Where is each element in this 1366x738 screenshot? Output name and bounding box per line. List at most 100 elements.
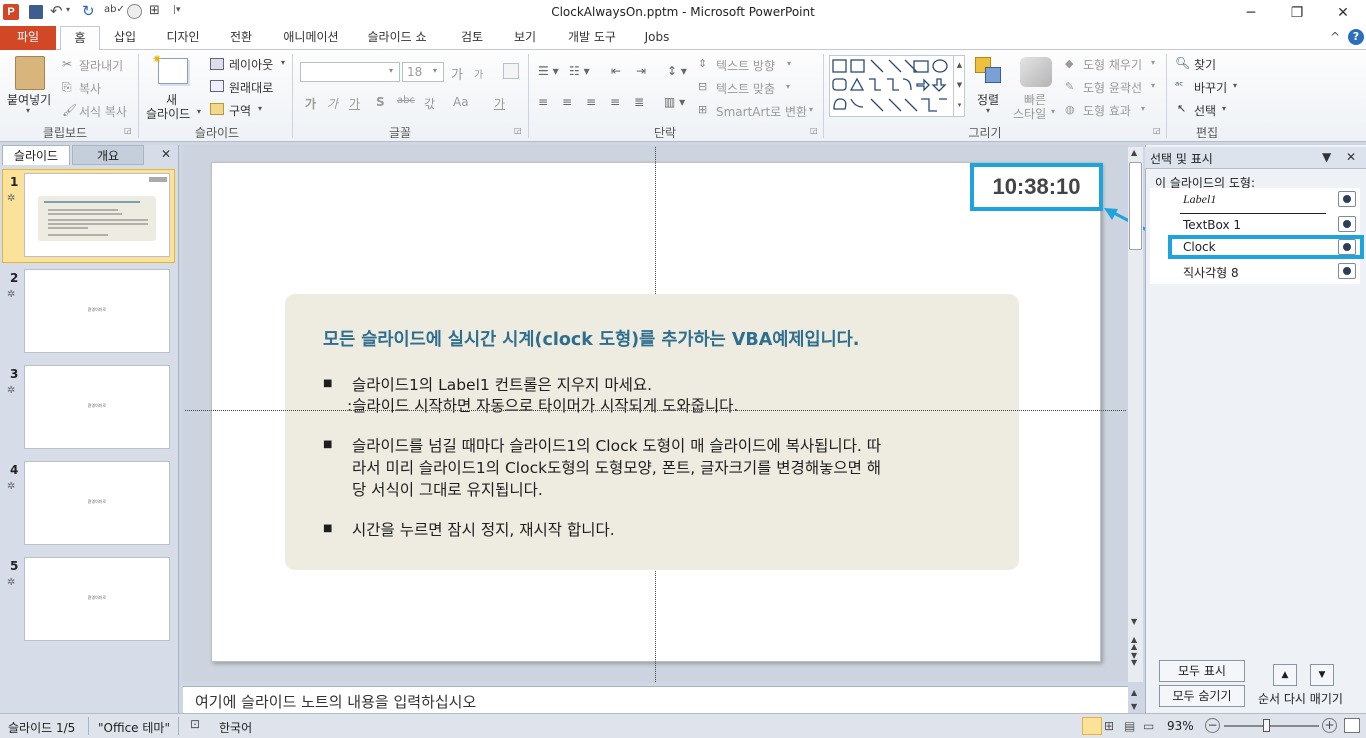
zoom-in-icon[interactable]: + [1322,718,1337,733]
smartart-icon[interactable]: ⊞ [698,103,707,116]
slide-thumbnail-5[interactable]: 환영이미로 [24,557,170,641]
scroll-up-icon[interactable]: ▲ [1131,148,1137,157]
arrange-icon[interactable] [975,57,1005,87]
select-dropdown-icon[interactable]: ▾ [1222,104,1226,113]
bullets-icon[interactable]: ☰ ▾ [538,64,559,78]
slideshow-view-icon[interactable]: ▭ [1143,719,1154,733]
drawing-launcher-icon[interactable]: ◲ [1153,126,1161,135]
section-button[interactable]: 구역 [229,102,251,119]
normal-view-icon[interactable] [1082,717,1102,735]
font-launcher-icon[interactable]: ◲ [514,126,522,135]
font-name-input[interactable] [300,62,400,82]
shape-effects-dropdown-icon[interactable]: ▾ [1141,104,1145,113]
shrink-font-button[interactable]: 가 [474,66,483,81]
columns-icon[interactable]: ▥ ▾ [664,95,685,109]
shape-outline-dropdown-icon[interactable]: ▾ [1151,81,1155,90]
quick-styles-dropdown-icon[interactable]: ▾ [1051,107,1055,116]
close-pane-icon[interactable]: ✕ [161,147,171,161]
align-text-button[interactable]: 텍스트 맞춤 [716,80,775,97]
clock-shape[interactable]: 10:38:10 [970,163,1103,211]
text-direction-icon[interactable]: ⇕ [698,57,707,70]
replace-dropdown-icon[interactable]: ▾ [1233,81,1237,90]
maximize-button[interactable]: ❐ [1274,0,1320,26]
pane-options-icon[interactable]: ▼ [1322,150,1331,164]
char-spacing-button[interactable]: 갃 [424,95,435,112]
shape-effects-button[interactable]: 도형 효과 [1083,102,1131,119]
increase-indent-icon[interactable]: ⇥ [636,64,646,78]
italic-button[interactable]: 가 [327,95,338,112]
shapes-gallery-scroll[interactable]: ▲ ▼ ▾ [953,55,965,117]
tab-design[interactable]: 디자인 [158,26,208,50]
align-text-dropdown-icon[interactable]: ▾ [786,82,790,91]
tab-outline[interactable]: 개요 [72,145,144,165]
quick-styles-button[interactable]: 스타일 [1013,105,1046,122]
font-color-button[interactable]: 가 [494,95,505,112]
align-right-icon[interactable]: ≡ [586,95,596,109]
send-backward-button[interactable]: ▼ [1310,664,1334,686]
help-icon[interactable]: ? [1348,29,1364,45]
underline-button[interactable]: 가 [349,95,360,112]
find-button[interactable]: 찾기 [1194,56,1216,73]
tab-review[interactable]: 검토 [455,26,489,50]
shape-fill-button[interactable]: 도형 채우기 [1083,56,1142,73]
close-selection-pane-icon[interactable]: ✕ [1346,150,1356,164]
tab-transitions[interactable]: 전환 [222,26,260,50]
align-center-icon[interactable]: ≡ [562,95,572,109]
select-button[interactable]: 선택 [1194,102,1216,119]
reset-icon[interactable] [210,80,224,92]
shape-item-textbox1[interactable]: TextBox 1 [1183,218,1241,232]
zoom-slider[interactable] [1224,725,1319,727]
language-status[interactable]: 한국어 [219,719,252,736]
zoom-level[interactable]: 93% [1167,719,1194,733]
strikethrough-button[interactable]: abc [397,95,415,106]
notes-input[interactable]: 여기에 슬라이드 노트의 내용을 입력하십시오 [183,686,1128,713]
new-slide-dropdown-icon[interactable]: ▾ [197,107,201,116]
change-case-button[interactable]: Aa [453,95,469,109]
scroll-thumb[interactable] [1129,162,1142,250]
tab-file[interactable]: 파일 [0,26,56,50]
tab-jobs[interactable]: Jobs [640,26,674,50]
grow-font-button[interactable]: 가 [451,64,463,83]
paste-dropdown-icon[interactable]: ▾ [26,106,30,115]
shadow-button[interactable]: S [376,95,385,109]
visibility-eye-icon[interactable] [1338,263,1356,279]
align-text-icon[interactable]: ⊟ [698,80,707,93]
smartart-button[interactable]: SmartArt로 변환 [716,103,807,120]
copy-icon[interactable]: ⎘ [62,80,72,95]
layout-dropdown-icon[interactable]: ▾ [281,58,285,67]
next-slide-icon[interactable]: ▼ ▼ [1131,652,1137,667]
zoom-out-icon[interactable]: − [1205,718,1220,733]
distribute-icon[interactable]: ≣ [634,95,644,109]
notes-scroll-down-icon[interactable]: ▼ [1131,702,1137,711]
reading-view-icon[interactable]: ▤ [1124,719,1135,733]
copy-button[interactable]: 복사 [79,80,101,97]
shape-fill-dropdown-icon[interactable]: ▾ [1151,58,1155,67]
arrange-dropdown-icon[interactable]: ▾ [986,106,990,115]
font-size-dropdown-icon[interactable]: ▾ [433,66,437,75]
line-spacing-icon[interactable]: ↕ ▾ [667,64,687,78]
decrease-indent-icon[interactable]: ⇤ [611,64,621,78]
justify-icon[interactable]: ≡ [610,95,620,109]
shape-outline-icon[interactable]: ✎ [1065,80,1074,93]
replace-button[interactable]: 바꾸기 [1194,79,1227,96]
quick-styles-icon[interactable] [1020,57,1052,87]
slide-thumbnail-2[interactable]: 환영이미로 [24,269,170,353]
shape-item-clock[interactable]: Clock [1183,240,1216,254]
show-all-button[interactable]: 모두 표시 [1159,660,1245,682]
tab-animations[interactable]: 애니메이션 [276,26,346,50]
tab-slides[interactable]: 슬라이드 [2,145,70,165]
section-icon[interactable] [210,103,224,115]
format-painter-button[interactable]: 서식 복사 [79,103,127,120]
hide-all-button[interactable]: 모두 숨기기 [1159,685,1245,707]
close-button[interactable]: ✕ [1320,0,1366,26]
smartart-dropdown-icon[interactable]: ▾ [809,105,813,114]
prev-slide-icon[interactable]: ▲ ▲ [1131,636,1137,651]
tab-view[interactable]: 보기 [508,26,542,50]
slide-thumbnail-3[interactable]: 환영이미로 [24,365,170,449]
font-size-input[interactable]: 18 [402,62,444,82]
replace-icon[interactable]: ᵃᶜ [1175,79,1183,92]
slide-sorter-view-icon[interactable]: ⊞ [1104,719,1114,733]
text-direction-button[interactable]: 텍스트 방향 [716,57,775,74]
layout-icon[interactable] [210,58,224,70]
visibility-eye-icon[interactable] [1338,191,1356,207]
